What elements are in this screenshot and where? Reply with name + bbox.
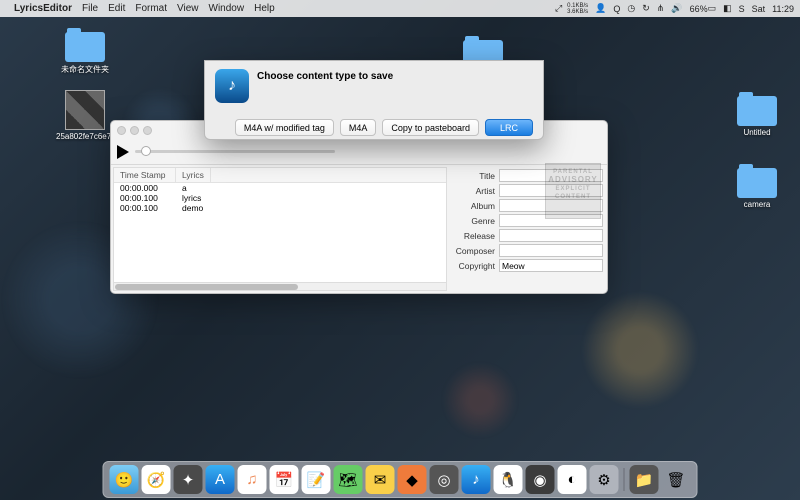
desktop-jpg[interactable]: 25a802fe7c6e7cc3f5090...cedf1.jpg	[56, 90, 114, 141]
copy-pasteboard-button[interactable]: Copy to pasteboard	[382, 119, 479, 136]
dock-app1[interactable]: ◆	[398, 465, 427, 494]
lyrics-table[interactable]: Time Stamp Lyrics 00:00.000a 00:00.100ly…	[113, 167, 447, 291]
clock-icon[interactable]: ◷	[627, 3, 635, 14]
label-copyright: Copyright	[453, 261, 495, 271]
dock: 🙂 🧭 ✦ A ♫ 📅 📝 🗺 ✉ ◆ ◎ ♪ 🐧 ◉ ◐ ⚙ 📁 🗑	[103, 461, 698, 498]
h-scrollbar[interactable]	[114, 282, 446, 290]
menu-view[interactable]: View	[177, 3, 199, 14]
label-artist: Artist	[453, 186, 495, 196]
dialog-message: Choose content type to save	[257, 69, 393, 82]
dock-safari[interactable]: 🧭	[142, 465, 171, 494]
desktop-folder-unnamed[interactable]: 未命名文件夹	[56, 32, 114, 75]
close-button[interactable]	[117, 126, 126, 135]
m4a-modified-button[interactable]: M4A w/ modified tag	[235, 119, 334, 136]
volume-icon[interactable]: 🔊	[671, 3, 682, 14]
dock-app3[interactable]: ◉	[526, 465, 555, 494]
table-row[interactable]: 00:00.000a	[114, 183, 446, 193]
menu-help[interactable]: Help	[254, 3, 275, 14]
release-field[interactable]	[499, 229, 603, 242]
dock-lyricseditor[interactable]: ♪	[462, 465, 491, 494]
dock-messages[interactable]: ✉	[366, 465, 395, 494]
dock-maps[interactable]: 🗺	[334, 465, 363, 494]
wifi-icon[interactable]: ⋔	[657, 3, 665, 14]
table-row[interactable]: 00:00.100lyrics	[114, 193, 446, 203]
menu-window[interactable]: Window	[209, 3, 245, 14]
copyright-field[interactable]	[499, 259, 603, 272]
clock-day[interactable]: Sat	[752, 4, 766, 14]
lrc-button[interactable]: LRC	[485, 119, 533, 136]
dock-chrome[interactable]: ◐	[558, 465, 587, 494]
menu-format[interactable]: Format	[135, 3, 167, 14]
dock-itunes[interactable]: ♫	[238, 465, 267, 494]
label-release: Release	[453, 231, 495, 241]
col-lyrics[interactable]: Lyrics	[176, 168, 211, 182]
seek-knob[interactable]	[141, 146, 151, 156]
dock-notes[interactable]: 📝	[302, 465, 331, 494]
save-dialog: ♪ Choose content type to save M4A w/ mod…	[204, 60, 544, 140]
desktop-folder-untitled2[interactable]: Untitled	[728, 96, 786, 137]
minimize-button[interactable]	[130, 126, 139, 135]
zoom-button[interactable]	[143, 126, 152, 135]
dock-preferences[interactable]: ⚙	[590, 465, 619, 494]
label-album: Album	[453, 201, 495, 211]
seek-slider[interactable]	[135, 150, 335, 153]
advisory-badge: PARENTALADVISORYEXPLICIT CONTENT	[545, 163, 601, 219]
m4a-button[interactable]: M4A	[340, 119, 377, 136]
desktop-folder-camera[interactable]: camera	[728, 168, 786, 209]
dock-calendar[interactable]: 📅	[270, 465, 299, 494]
menubar: LyricsEditor File Edit Format View Windo…	[0, 0, 800, 17]
dock-folder[interactable]: 📁	[630, 465, 659, 494]
dock-app2[interactable]: ◎	[430, 465, 459, 494]
dock-compass[interactable]: ✦	[174, 465, 203, 494]
clock-time[interactable]: 11:29	[772, 4, 794, 14]
label-genre: Genre	[453, 216, 495, 226]
dock-appstore[interactable]: A	[206, 465, 235, 494]
input-icon[interactable]: ◧	[723, 3, 732, 14]
app-menu[interactable]: LyricsEditor	[14, 3, 72, 14]
search-icon[interactable]: Q	[613, 4, 620, 14]
table-row[interactable]: 00:00.100demo	[114, 203, 446, 213]
fullscreen-icon[interactable]: ⤢	[555, 3, 562, 14]
col-timestamp[interactable]: Time Stamp	[114, 168, 176, 182]
play-button[interactable]	[117, 145, 129, 159]
dock-trash[interactable]: 🗑	[662, 465, 691, 494]
user-icon[interactable]: 👤	[595, 3, 606, 14]
sync-icon[interactable]: ↻	[642, 3, 650, 14]
status-s-icon[interactable]: S	[739, 4, 745, 14]
label-title: Title	[453, 171, 495, 181]
dock-qq[interactable]: 🐧	[494, 465, 523, 494]
network-speed: 0.1KB/s3.6KB/s	[567, 3, 588, 15]
menu-edit[interactable]: Edit	[108, 3, 125, 14]
dock-finder[interactable]: 🙂	[110, 465, 139, 494]
composer-field[interactable]	[499, 244, 603, 257]
label-composer: Composer	[453, 246, 495, 256]
menu-file[interactable]: File	[82, 3, 98, 14]
lyrics-editor-window: Time Stamp Lyrics 00:00.000a 00:00.100ly…	[110, 120, 608, 294]
app-icon: ♪	[215, 69, 249, 103]
battery[interactable]: 66% ▭	[690, 3, 717, 14]
